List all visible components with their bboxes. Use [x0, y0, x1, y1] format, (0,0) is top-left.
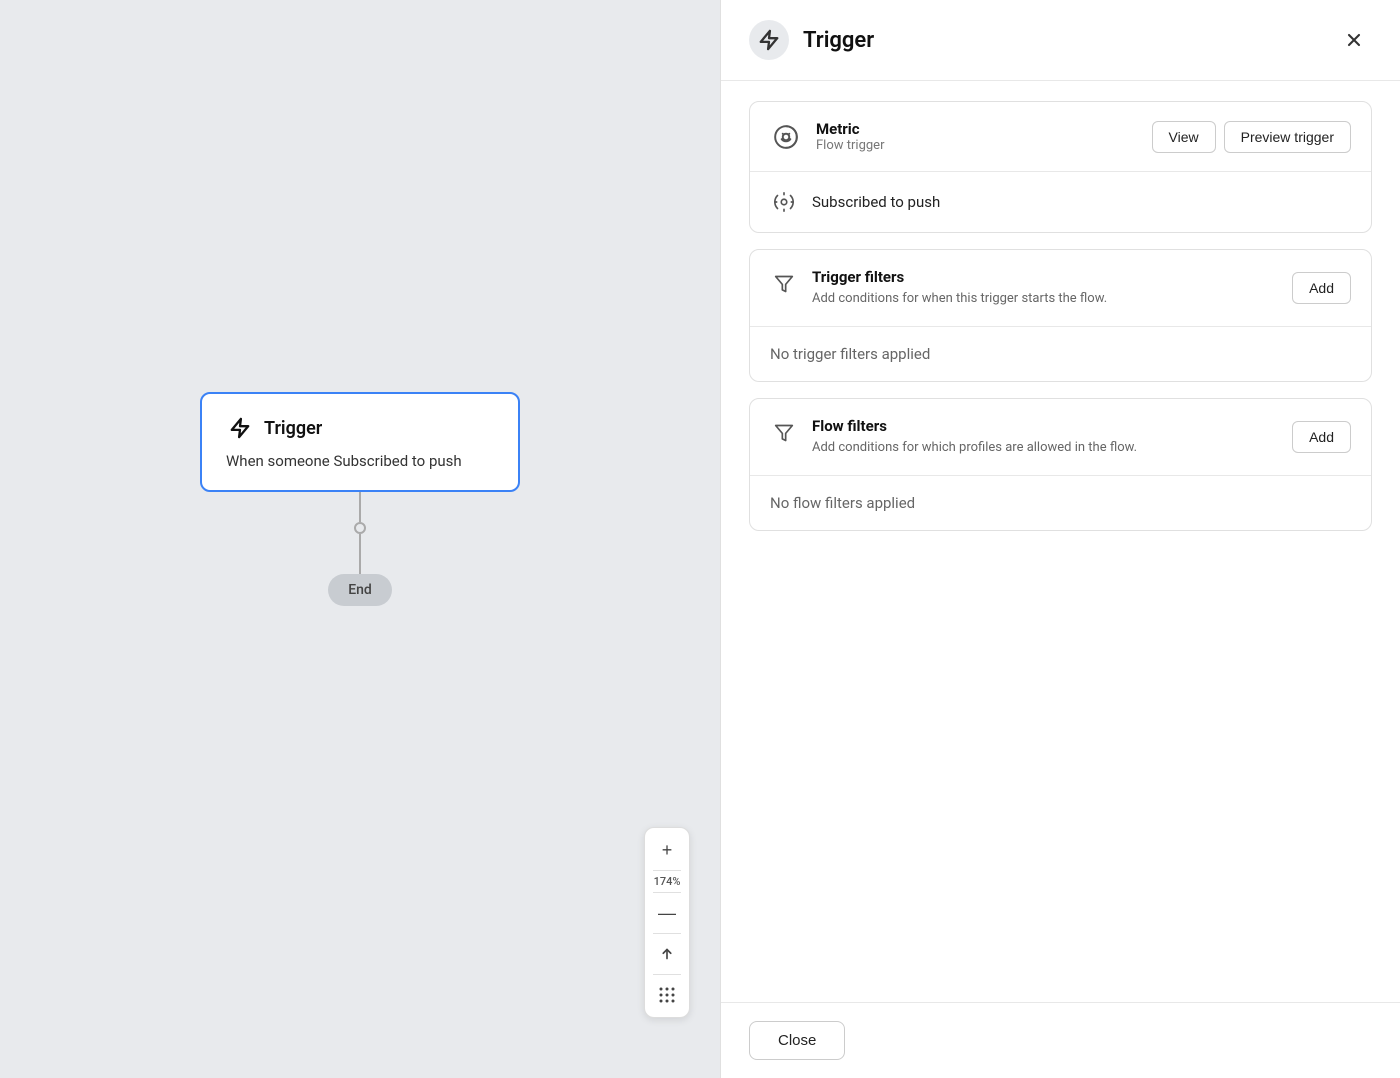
metric-actions: View Preview trigger: [1152, 121, 1351, 153]
metric-icon: [770, 121, 802, 153]
zoom-controls: + 174% —: [644, 827, 690, 1018]
panel-header-left: Trigger: [749, 20, 874, 60]
end-node[interactable]: End: [328, 574, 392, 606]
flow-filter-icon: [770, 419, 798, 447]
zoom-divider-3: [653, 933, 681, 934]
zoom-level-label: 174%: [654, 873, 681, 890]
subscribed-text: Subscribed to push: [812, 193, 940, 211]
trigger-node-desc: When someone Subscribed to push: [226, 452, 494, 470]
panel-title: Trigger: [803, 28, 874, 53]
panel-header: Trigger: [721, 0, 1400, 81]
trigger-filters-header: Trigger filters Add conditions for when …: [750, 250, 1371, 327]
flow-filters-add-button[interactable]: Add: [1292, 421, 1351, 453]
trigger-filters-info: Trigger filters Add conditions for when …: [812, 268, 1278, 308]
trigger-filters-empty: No trigger filters applied: [750, 327, 1371, 381]
flow-filters-desc: Add conditions for which profiles are al…: [812, 439, 1278, 457]
flow-filters-title: Flow filters: [812, 417, 1278, 435]
panel-footer: Close: [721, 1002, 1400, 1078]
zoom-in-button[interactable]: +: [649, 832, 685, 868]
trigger-node[interactable]: Trigger When someone Subscribed to push: [200, 392, 520, 492]
trigger-filters-add-button[interactable]: Add: [1292, 272, 1351, 304]
zoom-divider-4: [653, 974, 681, 975]
grid-view-button[interactable]: [649, 977, 685, 1013]
panel-header-icon: [749, 20, 789, 60]
trigger-filters-title: Trigger filters: [812, 268, 1278, 286]
zoom-divider-2: [653, 892, 681, 893]
flow-filters-empty: No flow filters applied: [750, 476, 1371, 530]
preview-trigger-button[interactable]: Preview trigger: [1224, 121, 1351, 153]
trigger-node-header: Trigger: [226, 414, 494, 442]
trigger-filter-icon: [770, 270, 798, 298]
flow-filters-header: Flow filters Add conditions for which pr…: [750, 399, 1371, 476]
trigger-filters-section: Trigger filters Add conditions for when …: [749, 249, 1372, 382]
view-button[interactable]: View: [1152, 121, 1216, 153]
fit-view-button[interactable]: [649, 936, 685, 972]
close-footer-button[interactable]: Close: [749, 1021, 845, 1060]
metric-row: Metric Flow trigger View Preview trigger: [750, 102, 1371, 172]
canvas-area: Trigger When someone Subscribed to push …: [0, 0, 720, 1078]
right-panel: Trigger: [720, 0, 1400, 1078]
settings-icon: [770, 188, 798, 216]
close-panel-button[interactable]: [1336, 26, 1372, 54]
zoom-divider: [653, 870, 681, 871]
metric-label: Metric: [816, 120, 1138, 138]
trigger-node-icon: [226, 414, 254, 442]
metric-info: Metric Flow trigger: [816, 120, 1138, 153]
subscribed-row: Subscribed to push: [750, 172, 1371, 232]
trigger-filters-desc: Add conditions for when this trigger sta…: [812, 290, 1278, 308]
zoom-out-button[interactable]: —: [649, 895, 685, 931]
metric-sublabel: Flow trigger: [816, 138, 1138, 153]
flow-filters-section: Flow filters Add conditions for which pr…: [749, 398, 1372, 531]
trigger-node-title: Trigger: [264, 418, 322, 439]
metric-section: Metric Flow trigger View Preview trigger…: [749, 101, 1372, 233]
panel-content: Metric Flow trigger View Preview trigger…: [721, 81, 1400, 1002]
flow-container: Trigger When someone Subscribed to push …: [200, 392, 520, 606]
connector: [354, 492, 366, 574]
flow-filters-info: Flow filters Add conditions for which pr…: [812, 417, 1278, 457]
